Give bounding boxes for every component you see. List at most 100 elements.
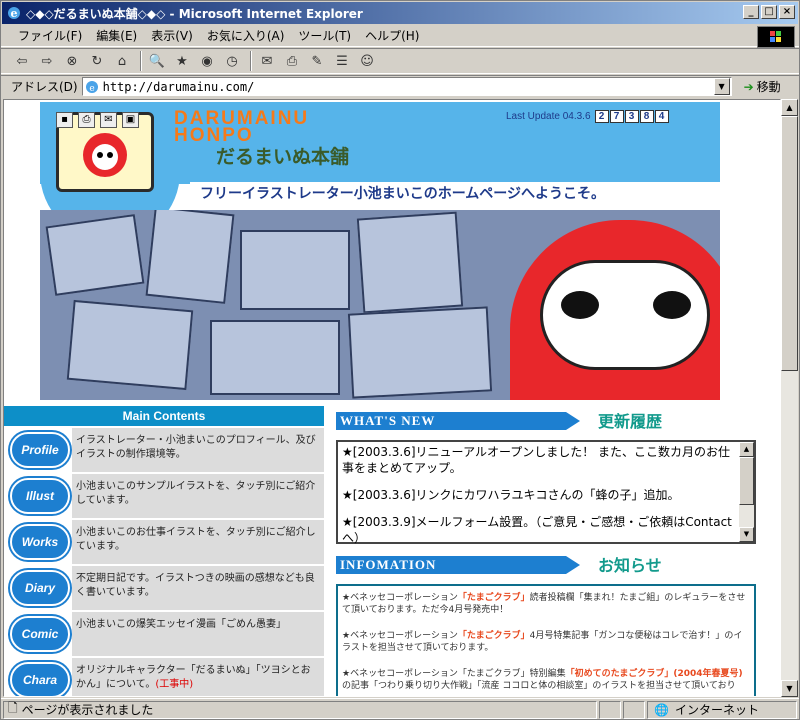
counter-digit: 3 <box>624 110 639 123</box>
scroll-down-icon[interactable]: ▼ <box>781 680 798 697</box>
scroll-thumb[interactable] <box>781 116 798 371</box>
sidebar-item-chara[interactable]: Chara オリジナルキャラクター「だるまいぬ」「ツヨシとおかん」について。(工… <box>4 658 324 696</box>
news-entry: ★[2003.3.6]リンクにカワハラユキコさんの「蜂の子」追加。 <box>342 488 680 502</box>
daruma-mascot <box>510 220 720 400</box>
scroll-thumb[interactable] <box>739 457 754 505</box>
page-viewport: ▪ ⎙ ✉ ▣ DARUMAINU HONPO だるまいぬ本舗 Last Upd… <box>3 99 781 697</box>
page-done-icon: 🗋 <box>8 701 18 715</box>
comic-icon[interactable]: Comic <box>10 616 70 652</box>
address-url: http://darumainu.com/ <box>102 79 255 94</box>
print-icon[interactable]: ⎙ <box>78 112 95 128</box>
info-title-jp: お知らせ <box>598 556 662 575</box>
last-update: Last Update 04.3.6 2 7 3 8 4 <box>506 110 669 123</box>
address-dropdown-button[interactable]: ▼ <box>713 78 730 95</box>
stop-icon[interactable]: ⊗ <box>61 51 83 71</box>
mail-icon[interactable]: ✉ <box>256 51 278 71</box>
sidebar: Main Contents Profile イラストレーター・小池まいこのプロフ… <box>4 406 326 696</box>
svg-text:e: e <box>89 84 94 94</box>
counter-digit: 8 <box>639 110 654 123</box>
browser-window: e ◇◆◇だるまいぬ本舗◇◆◇ - Microsoft Internet Exp… <box>0 0 800 720</box>
menu-view[interactable]: 表示(V) <box>144 25 200 46</box>
edit-icon[interactable]: ✎ <box>306 51 328 71</box>
svg-text:e: e <box>11 7 18 20</box>
diary-icon[interactable]: Diary <box>10 570 70 606</box>
profile-icon[interactable]: Profile <box>10 432 70 468</box>
sidebar-item-diary[interactable]: Diary 不定期日記です。イラストつきの映画の感想なども良く書いています。 <box>4 566 324 610</box>
scroll-up-icon[interactable]: ▲ <box>739 442 754 457</box>
illust-icon[interactable]: Illust <box>10 478 70 514</box>
forward-icon[interactable]: ⇨ <box>36 51 58 71</box>
image-icon[interactable]: ▣ <box>122 112 139 128</box>
scroll-down-icon[interactable]: ▼ <box>739 527 754 542</box>
refresh-icon[interactable]: ↻ <box>86 51 108 71</box>
info-highlight[interactable]: 「たまごクラブ」 <box>458 593 530 603</box>
info-highlight[interactable]: 「初めてのたまごクラブ」(2004年春夏号) <box>566 669 743 679</box>
sidebar-item-text: 小池まいこのお仕事イラストを、タッチ別にご紹介しています。 <box>72 520 324 564</box>
minimize-button[interactable]: _ <box>743 5 759 19</box>
counter-digit: 2 <box>594 110 609 123</box>
scroll-up-icon[interactable]: ▲ <box>781 99 798 116</box>
sidebar-title: Main Contents <box>4 406 324 426</box>
whats-new-title-jp: 更新履歴 <box>598 412 663 431</box>
menu-help[interactable]: ヘルプ(H) <box>358 25 426 46</box>
close-button[interactable]: × <box>779 5 795 19</box>
menu-edit[interactable]: 編集(E) <box>89 25 144 46</box>
menu-tools[interactable]: ツール(T) <box>291 25 358 46</box>
info-box: ★ベネッセコーポレーション「たまごクラブ」読者投稿欄「集まれ！たまご組」のレギュ… <box>336 584 756 696</box>
print-icon[interactable]: ⎙ <box>281 51 303 71</box>
news-entry: ★[2003.3.9]メールフォーム設置。（ご意見・ご感想・ご依頼はContac… <box>342 515 732 545</box>
welcome-banner: フリーイラストレーター小池まいこのホームページへようこそ。 <box>190 182 720 204</box>
works-icon[interactable]: Works <box>10 524 70 560</box>
back-icon[interactable]: ⇦ <box>11 51 33 71</box>
page-scrollbar[interactable]: ▲ ▼ <box>781 99 798 697</box>
chara-icon[interactable]: Chara <box>10 662 70 696</box>
history-icon[interactable]: ◷ <box>221 51 243 71</box>
news-scrollbar[interactable]: ▲ ▼ <box>739 442 754 542</box>
sidebar-item-text: 不定期日記です。イラストつきの映画の感想なども良く書いています。 <box>72 566 324 610</box>
title-bar: e ◇◆◇だるまいぬ本舗◇◆◇ - Microsoft Internet Exp… <box>2 2 798 24</box>
menu-favorites[interactable]: お気に入り(A) <box>200 25 292 46</box>
hero-illustration <box>40 210 720 400</box>
news-entry: ★[2003.3.6]リニューアルオープンしました！ また、ここ数カ月のお仕事を… <box>342 445 731 475</box>
go-label: 移動 <box>756 80 781 94</box>
go-button[interactable]: ➔ 移動 <box>744 78 781 95</box>
maximize-button[interactable]: □ <box>761 5 777 19</box>
windows-logo <box>757 26 795 48</box>
status-text-area: 🗋 ページが表示されました <box>3 700 597 719</box>
sidebar-item-profile[interactable]: Profile イラストレーター・小池まいこのプロフィール、及びイラストの制作環… <box>4 428 324 472</box>
page-icon: e <box>85 80 98 94</box>
visitor-counter: 2 7 3 8 4 <box>594 110 669 123</box>
favorites-icon[interactable]: ★ <box>171 51 193 71</box>
menu-file[interactable]: ファイル(F) <box>11 25 89 46</box>
media-icon[interactable]: ◉ <box>196 51 218 71</box>
sidebar-item-works[interactable]: Works 小池まいこのお仕事イラストを、タッチ別にご紹介しています。 <box>4 520 324 564</box>
tv-icon-bar: ▪ ⎙ ✉ ▣ <box>56 112 139 128</box>
status-bar: 🗋 ページが表示されました 🌐 インターネット <box>1 698 799 720</box>
info-highlight[interactable]: 「たまごクラブ」 <box>458 631 530 641</box>
address-input[interactable]: e http://darumainu.com/ <box>81 77 732 96</box>
save-icon[interactable]: ▪ <box>56 112 73 128</box>
discuss-icon[interactable]: ☰ <box>331 51 353 71</box>
logo-english: DARUMAINU HONPO <box>174 108 310 146</box>
sidebar-item-comic[interactable]: Comic 小池まいこの爆笑エッセイ漫画「ごめん愚妻」 <box>4 612 324 656</box>
home-icon[interactable]: ⌂ <box>111 51 133 71</box>
search-icon[interactable]: 🔍 <box>146 51 168 71</box>
whats-new-title: WHAT'S NEW <box>336 412 580 430</box>
go-arrow-icon: ➔ <box>743 79 754 94</box>
whats-new-header: WHAT'S NEW 更新履歴 <box>336 408 756 432</box>
info-entry: ★ベネッセコーポレーション「たまごクラブ」特別編集「初めてのたまごクラブ」(20… <box>342 669 743 691</box>
counter-digit: 4 <box>654 110 669 123</box>
whats-new-textarea[interactable]: ★[2003.3.6]リニューアルオープンしました！ また、ここ数カ月のお仕事を… <box>336 440 756 545</box>
logo-japanese: だるまいぬ本舗 <box>216 146 350 168</box>
sidebar-item-text: 小池まいこのサンプルイラストを、タッチ別にご紹介しています。 <box>72 474 324 518</box>
messenger-icon[interactable]: ☺ <box>356 51 378 71</box>
sidebar-item-text: イラストレーター・小池まいこのプロフィール、及びイラストの制作環境等。 <box>72 428 324 472</box>
info-header: INFOMATION お知らせ <box>336 552 756 576</box>
zone-label: インターネット <box>674 703 759 717</box>
globe-icon: 🌐 <box>654 702 669 717</box>
site-header: ▪ ⎙ ✉ ▣ DARUMAINU HONPO だるまいぬ本舗 Last Upd… <box>40 102 720 402</box>
mail-icon[interactable]: ✉ <box>100 112 117 128</box>
security-zone: 🌐 インターネット <box>647 700 797 719</box>
sidebar-item-illust[interactable]: Illust 小池まいこのサンプルイラストを、タッチ別にご紹介しています。 <box>4 474 324 518</box>
ie-icon: e <box>8 7 20 20</box>
